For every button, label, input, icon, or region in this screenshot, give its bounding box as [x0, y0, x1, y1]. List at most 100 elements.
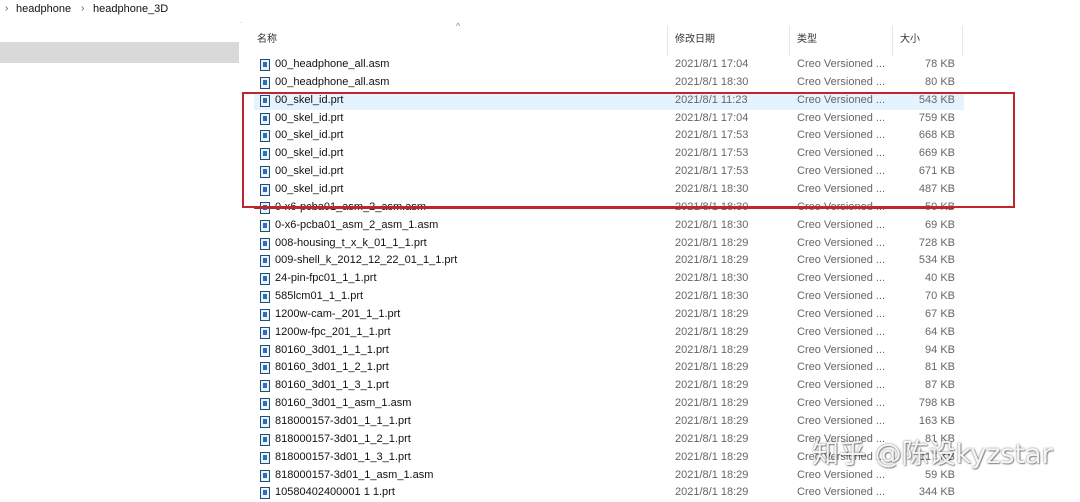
file-modified-date: 2021/8/1 18:30	[675, 272, 749, 285]
file-modified-date: 2021/8/1 18:29	[675, 379, 749, 392]
file-size: 80 KB	[925, 75, 955, 88]
creo-file-icon	[260, 76, 270, 89]
creo-file-icon	[260, 255, 270, 268]
file-size: 40 KB	[925, 272, 955, 285]
creo-file-icon	[260, 219, 270, 232]
column-divider[interactable]	[789, 26, 790, 56]
file-size: 534 KB	[918, 254, 955, 267]
creo-file-icon	[260, 469, 270, 482]
file-name: 00_headphone_all.asm	[275, 75, 390, 88]
file-modified-date: 2021/8/1 18:29	[675, 236, 749, 249]
creo-file-icon	[260, 433, 270, 446]
file-size: 87 KB	[925, 379, 955, 392]
file-row[interactable]: 80160_3d01_1_3_1.prt 2021/8/1 18:29 Creo V…	[254, 378, 964, 395]
file-size: 70 KB	[925, 290, 955, 303]
file-name: 00_headphone_all.asm	[275, 58, 390, 70]
chevron-right-icon: ›	[81, 3, 85, 14]
file-type: Creo Versioned ...	[797, 486, 886, 499]
column-header-type[interactable]: 类型	[791, 22, 891, 56]
file-row[interactable]: 818000157-3d01_1_1_1.prt 2021/8/1 18:29 Cr…	[254, 414, 964, 431]
file-modified-date: 2021/8/1 18:29	[675, 343, 749, 356]
file-type: Creo Versioned ...	[797, 75, 886, 88]
file-modified-date: 2021/8/1 18:29	[675, 325, 749, 338]
file-type: Creo Versioned ...	[797, 415, 886, 427]
breadcrumb-item-headphone-3d[interactable]: headphone_3D	[93, 3, 168, 15]
file-type: Creo Versioned ...	[797, 272, 886, 285]
column-header-size[interactable]: 大小	[894, 22, 962, 56]
file-name: 24-pin-fpc01_1_1.prt	[275, 272, 377, 285]
file-size: 67 KB	[925, 307, 955, 320]
file-name: 10580402400001 1 1.prt	[275, 486, 395, 499]
file-size: 78 KB	[925, 58, 955, 70]
file-modified-date: 2021/8/1 18:29	[675, 486, 749, 499]
file-size: 798 KB	[918, 397, 955, 410]
file-size: 728 KB	[918, 236, 955, 249]
column-header-date[interactable]: 修改日期	[669, 22, 789, 56]
column-divider[interactable]	[892, 26, 893, 56]
file-row[interactable]: 585lcm01_1_1.prt 2021/8/1 18:30 Creo Versi…	[254, 289, 964, 306]
file-row[interactable]: 80160_3d01_1_2_1.prt 2021/8/1 18:29 Creo V…	[254, 360, 964, 377]
file-type: Creo Versioned ...	[797, 290, 886, 303]
file-type: Creo Versioned ...	[797, 325, 886, 338]
creo-file-icon	[260, 362, 270, 375]
file-name: 80160_3d01_1_1_1.prt	[275, 343, 389, 356]
file-row[interactable]: 00_headphone_all.asm 2021/8/1 18:30 Creo V…	[254, 75, 964, 92]
file-size: 344 KB	[918, 486, 955, 499]
sort-ascending-icon: ^	[456, 21, 461, 31]
file-type: Creo Versioned ...	[797, 343, 886, 356]
file-name: 0-x6-pcba01_asm_2_asm_1.asm	[275, 218, 439, 231]
file-type: Creo Versioned ...	[797, 397, 886, 410]
file-modified-date: 2021/8/1 18:29	[675, 254, 749, 267]
navigation-pane[interactable]	[0, 22, 240, 500]
file-name: 009-shell_k_2012_12_22_01_1_1.prt	[275, 254, 458, 267]
creo-file-icon	[260, 416, 270, 428]
file-type: Creo Versioned ...	[797, 361, 886, 374]
file-type: Creo Versioned ...	[797, 307, 886, 320]
file-name: 1200w-cam-_201_1_1.prt	[275, 307, 401, 320]
file-modified-date: 2021/8/1 18:29	[675, 397, 749, 410]
file-name: 818000157-3d01_1_1_1.prt	[275, 415, 411, 427]
creo-file-icon	[260, 451, 270, 464]
file-name: 80160_3d01_1_asm_1.asm	[275, 397, 412, 410]
file-modified-date: 2021/8/1 18:30	[675, 290, 749, 303]
file-type: Creo Versioned ...	[797, 218, 886, 231]
breadcrumb-item-headphone[interactable]: headphone	[16, 3, 71, 15]
file-name: 80160_3d01_1_3_1.prt	[275, 379, 389, 392]
file-type: Creo Versioned ...	[797, 379, 886, 392]
watermark: 知乎 @陈设kyzstar	[812, 439, 1053, 470]
file-name: 818000157-3d01_1_3_1.prt	[275, 450, 411, 463]
file-row[interactable]: 1200w-cam-_201_1_1.prt 2021/8/1 18:29 Creo…	[254, 307, 964, 324]
creo-file-icon	[260, 273, 270, 286]
file-row[interactable]: 009-shell_k_2012_12_22_01_1_1.prt 2021/8/…	[254, 253, 964, 270]
file-size: 163 KB	[918, 415, 955, 427]
file-row[interactable]: 80160_3d01_1_1_1.prt 2021/8/1 18:29 Creo V…	[254, 343, 964, 360]
column-divider[interactable]	[667, 26, 668, 56]
column-divider[interactable]	[962, 26, 963, 56]
file-row[interactable]: 80160_3d01_1_asm_1.asm 2021/8/1 18:29 Creo…	[254, 396, 964, 413]
strikethrough-line	[254, 208, 954, 209]
file-modified-date: 2021/8/1 18:29	[675, 361, 749, 374]
file-modified-date: 2021/8/1 18:30	[675, 218, 749, 231]
file-row[interactable]: 00_headphone_all.asm 2021/8/1 17:04 Creo V…	[254, 57, 964, 74]
creo-file-icon	[260, 59, 270, 71]
file-size: 69 KB	[925, 218, 955, 231]
file-row[interactable]: 1200w-fpc_201_1_1.prt 2021/8/1 18:29 Creo …	[254, 325, 964, 342]
nav-selected-item[interactable]	[0, 42, 239, 63]
file-modified-date: 2021/8/1 18:30	[675, 75, 749, 88]
file-name: 818000157-3d01_1_asm_1.asm	[275, 468, 434, 481]
file-size: 64 KB	[925, 325, 955, 338]
creo-file-icon	[260, 487, 270, 500]
file-type: Creo Versioned ...	[797, 236, 886, 249]
creo-file-icon	[260, 326, 270, 339]
file-row[interactable]: 008-housing_t_x_k_01_1_1.prt 2021/8/1 18:…	[254, 236, 964, 253]
file-row[interactable]: 24-pin-fpc01_1_1.prt 2021/8/1 18:30 Creo V…	[254, 271, 964, 288]
file-row[interactable]: 0-x6-pcba01_asm_2_asm_1.asm 2021/8/1 18:3…	[254, 218, 964, 235]
creo-file-icon	[260, 237, 270, 250]
column-header-row: 名称 ^ 修改日期 类型 大小	[242, 21, 1080, 56]
file-name: 008-housing_t_x_k_01_1_1.prt	[275, 236, 427, 249]
file-modified-date: 2021/8/1 18:29	[675, 450, 749, 463]
creo-file-icon	[260, 291, 270, 304]
breadcrumb: › headphone › headphone_3D	[0, 0, 1080, 23]
file-modified-date: 2021/8/1 18:29	[675, 415, 749, 427]
file-name: 585lcm01_1_1.prt	[275, 290, 364, 303]
